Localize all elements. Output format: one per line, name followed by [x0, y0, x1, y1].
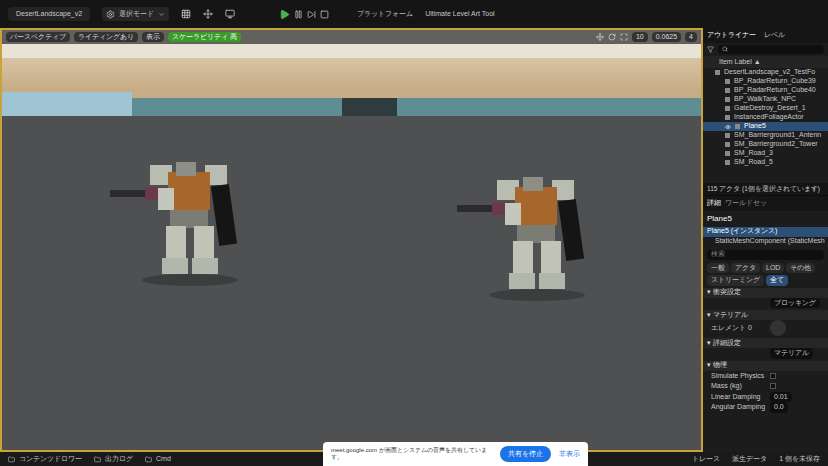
platform-dropdown[interactable]: プラットフォーム — [357, 9, 413, 20]
filter-chip[interactable]: 全て — [766, 275, 788, 286]
bottom-bar-item[interactable]: コンテンツドロワー — [8, 454, 82, 465]
grid-icon[interactable] — [181, 9, 191, 19]
outliner-row[interactable]: DesertLandscape_v2_TestFo — [703, 68, 828, 77]
section-header[interactable]: ▾ 詳細設定 — [703, 338, 828, 348]
property-row[interactable]: Mass (kg) — [703, 381, 828, 392]
section-header[interactable]: ▾ 物理 — [703, 361, 828, 371]
filter-chip[interactable]: アクタ — [731, 263, 760, 274]
bottom-bar-item[interactable]: 1 個を未保存 — [779, 454, 820, 465]
outliner-row[interactable]: SM_Barrierground2_Tower — [703, 140, 828, 149]
dunes — [2, 58, 701, 90]
viewport-toolbar-button[interactable]: スケーラビリティ 高 — [168, 32, 241, 43]
snap-value[interactable]: 0.0625 — [652, 32, 681, 43]
visibility-icon[interactable] — [725, 124, 731, 130]
viewport-toolbar-button[interactable]: ライティングあり — [74, 32, 138, 43]
outliner-row[interactable]: Plane5 — [703, 122, 828, 131]
details-panel: 詳細ワールドセッ Plane5Plane5 (インスタンス)StaticMeshC… — [703, 195, 828, 452]
object-name[interactable]: Plane5 — [703, 211, 828, 227]
viewport-toolbar: パースペクティブライティングあり表示スケーラビリティ 高 10 0.0625 4 — [2, 30, 701, 44]
outliner-panel: アウトライナーレベル Item Label ▲DesertLandscape_v2… — [703, 28, 828, 195]
outliner-row[interactable]: SM_Road_5 — [703, 158, 828, 167]
outliner-row[interactable]: GateDestroy_Desert_1 — [703, 104, 828, 113]
component-row[interactable]: StaticMeshComponent (StaticMesh — [703, 237, 828, 247]
outliner-column[interactable]: Item Label ▲ — [703, 56, 828, 69]
pause-icon[interactable] — [294, 10, 303, 19]
viewport-toolbar-button[interactable]: パースペクティブ — [6, 32, 70, 43]
component-row[interactable]: Plane5 (インスタンス) — [703, 227, 828, 237]
move-icon[interactable] — [203, 9, 213, 19]
item-icon — [8, 456, 15, 463]
tool-button[interactable]: Ultimate Level Art Tool — [425, 9, 495, 20]
outliner-footer: 115 アクタ (1個を選択されています) — [703, 183, 828, 195]
filter-chip[interactable]: ストリーミング — [707, 275, 764, 286]
title-bar: DesertLandscape_v2 選択モード プラットフォーム Ultimate … — [0, 0, 828, 28]
skip-icon[interactable] — [307, 10, 316, 19]
item-icon — [145, 456, 152, 463]
snap-value[interactable]: 10 — [632, 32, 648, 43]
material-thumbnail[interactable] — [770, 320, 786, 336]
outliner-row[interactable]: BP_RadarReturn_Cube39 — [703, 77, 828, 86]
checkbox[interactable] — [770, 383, 776, 389]
chevron-icon — [158, 11, 165, 18]
details-section: ▾ マテリアルエレメント 0 — [703, 310, 828, 336]
bottom-bar-item[interactable]: 出力ログ — [94, 454, 133, 465]
monitor-icon[interactable] — [225, 9, 235, 19]
section-header[interactable]: ▾ マテリアル — [703, 310, 828, 320]
level-tab[interactable]: レベル — [764, 30, 785, 41]
robot-figure — [457, 175, 597, 310]
details-section: ▾ 衝突設定ブロッキング — [703, 288, 828, 309]
mode-dropdown[interactable]: 選択モード — [102, 7, 169, 22]
filter-chip[interactable]: その他 — [786, 263, 815, 274]
ground — [2, 116, 701, 450]
filter-icon[interactable] — [707, 46, 714, 53]
details-section: ▾ 物理Simulate PhysicsMass (kg)Linear Damp… — [703, 361, 828, 413]
bottom-bar-item[interactable]: トレース — [692, 454, 720, 465]
bottom-bar-item[interactable]: 派生データ — [732, 454, 767, 465]
translate-icon[interactable] — [596, 33, 604, 41]
outliner-tab[interactable]: アウトライナー — [707, 30, 756, 41]
robot-figure — [110, 160, 250, 295]
mode-icon — [106, 10, 115, 19]
share-notice: meet.google.com が画面とシステムの音声を共有しています。共有を停… — [323, 442, 588, 466]
property-row[interactable]: エレメント 0 — [703, 320, 828, 336]
editor-window: DesertLandscape_v2 選択モード プラットフォーム Ultimate … — [0, 0, 828, 466]
file-tab[interactable]: DesertLandscape_v2 — [8, 7, 90, 22]
checkbox[interactable] — [770, 373, 776, 379]
property-row[interactable]: Angular Damping0.0 — [703, 402, 828, 413]
play-icon[interactable] — [279, 9, 290, 20]
viewport[interactable]: パースペクティブライティングあり表示スケーラビリティ 高 10 0.0625 4 — [0, 28, 703, 452]
hide-button[interactable]: 非表示 — [559, 449, 580, 460]
details-tab[interactable]: ワールドセッ — [725, 198, 767, 209]
section-header[interactable]: ▾ 衝突設定 — [703, 288, 828, 298]
outliner-row[interactable]: BP_RadarReturn_Cube40 — [703, 86, 828, 95]
property-row[interactable]: マテリアル — [703, 348, 828, 359]
filter-chip[interactable]: LOD — [762, 263, 784, 274]
outliner-row[interactable]: BP_WalkTank_NPC — [703, 95, 828, 104]
scale-icon[interactable] — [620, 33, 628, 41]
stop-icon[interactable] — [320, 10, 329, 19]
details-tab[interactable]: 詳細 — [707, 198, 721, 209]
property-row[interactable]: ブロッキング — [703, 298, 828, 309]
snap-value[interactable]: 4 — [685, 32, 697, 43]
property-row[interactable]: Simulate Physics — [703, 371, 828, 382]
bottom-bar-item[interactable]: Cmd — [145, 454, 171, 465]
search-icon — [722, 46, 728, 52]
outliner-row[interactable]: InstancedFoliageActor — [703, 113, 828, 122]
viewport-toolbar-button[interactable]: 表示 — [142, 32, 164, 43]
outliner-search[interactable] — [718, 45, 824, 54]
details-section: ▾ 詳細設定マテリアル — [703, 338, 828, 359]
rotate-icon[interactable] — [608, 33, 616, 41]
stop-share-button[interactable]: 共有を停止 — [500, 446, 551, 463]
filter-chip[interactable]: 一般 — [707, 263, 729, 274]
wall — [2, 90, 701, 116]
item-icon — [94, 456, 101, 463]
property-row[interactable]: Linear Damping0.01 — [703, 392, 828, 403]
outliner-row[interactable]: SM_Barrierground1_Antenn — [703, 131, 828, 140]
details-search[interactable]: 検索 — [707, 250, 824, 260]
outliner-row[interactable]: SM_Road_3 — [703, 149, 828, 158]
